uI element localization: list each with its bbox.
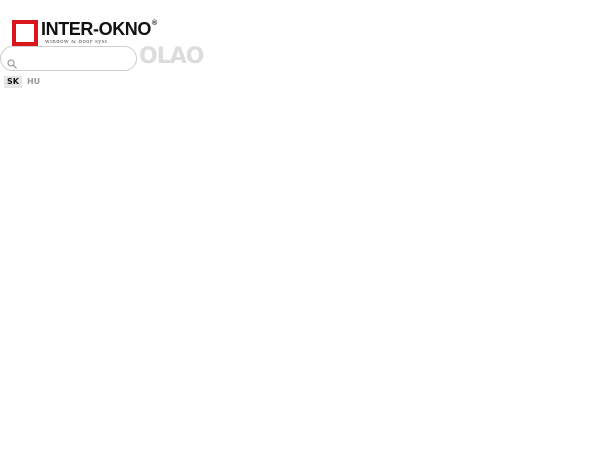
logo-square-mark xyxy=(12,20,38,46)
language-switcher: SK HU xyxy=(4,76,43,88)
search-icon[interactable] xyxy=(7,54,17,69)
language-option-hu[interactable]: HU xyxy=(24,76,43,88)
language-option-sk[interactable]: SK xyxy=(4,76,22,88)
search-box[interactable] xyxy=(0,46,137,71)
logo-name: INTER-OKNO xyxy=(41,19,151,39)
search-input[interactable] xyxy=(21,48,131,69)
page: INTER-OKNO® window & door syst OLAO SK H… xyxy=(0,0,600,450)
logo-wordmark: INTER-OKNO® window & door syst xyxy=(41,20,157,46)
logo-tagline: window & door syst xyxy=(45,40,108,45)
ghost-heading-text: OLAO xyxy=(139,44,204,69)
logo-registered-mark: ® xyxy=(152,20,157,27)
